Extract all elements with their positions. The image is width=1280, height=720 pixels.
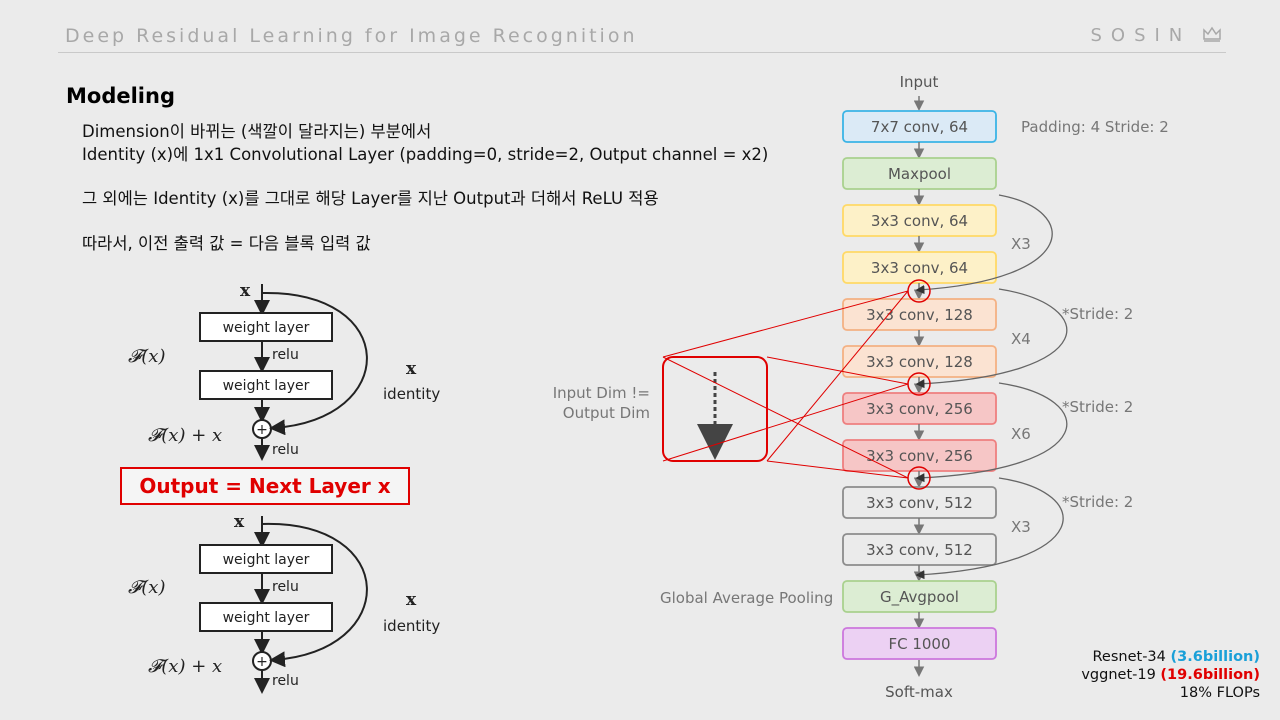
- flops-ratio: 18% FLOPs: [1179, 685, 1260, 701]
- network-node-label-3: 3x3 conv, 64: [871, 212, 968, 230]
- block2-weight-layer-2-label: weight layer: [223, 610, 310, 626]
- block1-identity-label: identity: [383, 385, 440, 403]
- network-output-label: Soft-max: [885, 683, 953, 701]
- network-node-label-2: Maxpool: [888, 165, 951, 183]
- network-node-label-11: G_Avgpool: [880, 588, 959, 607]
- network-node-label-6: 3x3 conv, 128: [866, 353, 973, 371]
- crown-icon: [1203, 26, 1221, 42]
- repeat-x4-stage2: X4: [1011, 330, 1031, 348]
- block1-weight-layer-2-label: weight layer: [223, 378, 310, 394]
- block2-fx-plus-x-label: 𝓕(x) + x: [148, 656, 222, 677]
- resnet-name: Resnet-34: [1092, 649, 1166, 665]
- resnet-architecture-diagram: Input 7x7 conv, 64 Maxpool 3x3 conv, 64 3x3…: [553, 73, 1169, 701]
- network-nodes: 7x7 conv, 64 Maxpool 3x3 conv, 64 3x3 conv,…: [842, 110, 997, 660]
- output-equals-next-layer-box: Output = Next Layer x: [120, 467, 410, 505]
- network-node-label-5: 3x3 conv, 128: [866, 306, 973, 324]
- block1-fx-label: 𝓕(x): [128, 346, 165, 367]
- network-node-label-8: 3x3 conv, 256: [866, 447, 973, 465]
- stride-note-2: *Stride: 2: [1062, 398, 1133, 416]
- block2-relu-1: relu: [272, 579, 299, 595]
- block2-relu-2: relu: [272, 673, 299, 689]
- block2-identity-label: identity: [383, 617, 440, 635]
- vgg-flops: (19.6billion): [1160, 667, 1260, 683]
- resnet-flops: (3.6billion): [1170, 649, 1261, 665]
- block1-input-x: x: [240, 281, 251, 301]
- vgg-name: vggnet-19: [1081, 667, 1156, 683]
- block2-input-x: x: [234, 512, 245, 532]
- block2-fx-label: 𝓕(x): [128, 577, 165, 598]
- stride-note-1: *Stride: 2: [1062, 305, 1133, 323]
- residual-block-1: x weight layer relu weight layer + relu …: [128, 281, 440, 461]
- block2-plus: +: [256, 654, 268, 670]
- dim-label-line-2: Output Dim: [563, 404, 650, 422]
- block2-identity-x: x: [406, 590, 417, 610]
- padding-stride-note: Padding: 4 Stride: 2: [1021, 118, 1169, 136]
- network-node-label-10: 3x3 conv, 512: [866, 541, 973, 559]
- brand-name: SOSIN: [1090, 25, 1192, 46]
- network-node-label-4: 3x3 conv, 64: [871, 259, 968, 277]
- network-node-label-7: 3x3 conv, 256: [866, 400, 973, 418]
- network-node-label-9: 3x3 conv, 512: [866, 494, 973, 512]
- global-average-pooling-label: Global Average Pooling: [660, 589, 833, 607]
- brand-logo: SOSIN: [1090, 25, 1222, 46]
- block1-fx-plus-x-label: 𝓕(x) + x: [148, 425, 222, 446]
- block1-weight-layer-1-label: weight layer: [223, 320, 310, 336]
- network-node-label-12: FC 1000: [888, 635, 950, 653]
- network-input-label: Input: [900, 73, 939, 91]
- block1-relu-1: relu: [272, 347, 299, 363]
- block1-identity-x: x: [406, 359, 417, 379]
- repeat-x6-stage3: X6: [1011, 425, 1031, 443]
- flops-comparison: Resnet-34 (3.6billion) vggnet-19 (19.6bi…: [1081, 648, 1260, 702]
- block1-plus: +: [256, 422, 268, 438]
- residual-block-2: x weight layer relu weight layer + relu …: [128, 512, 440, 694]
- stride-note-3: *Stride: 2: [1062, 493, 1133, 511]
- network-node-label-1: 7x7 conv, 64: [871, 118, 968, 136]
- dim-label-line-1: Input Dim !=: [553, 384, 650, 402]
- block1-relu-2: relu: [272, 442, 299, 458]
- block2-weight-layer-1-label: weight layer: [223, 552, 310, 568]
- repeat-x3-stage4: X3: [1011, 518, 1031, 536]
- repeat-x3-stage1: X3: [1011, 235, 1031, 253]
